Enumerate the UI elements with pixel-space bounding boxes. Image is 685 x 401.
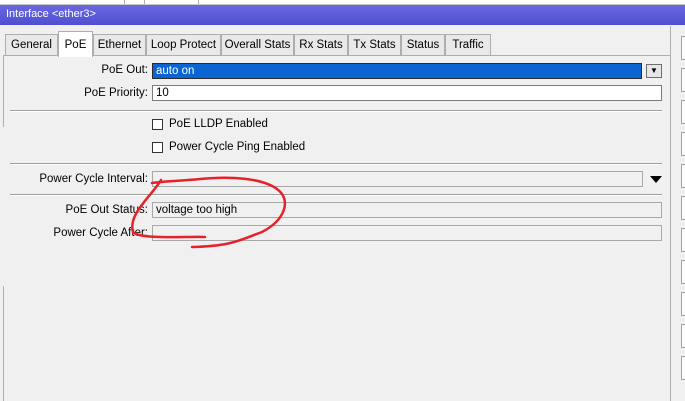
poe-out-select[interactable]: auto on [152,63,642,79]
poe-priority-label: PoE Priority: [84,87,148,99]
side-button[interactable] [681,100,685,124]
power-cycle-after-value [152,225,662,241]
side-button[interactable] [681,36,685,60]
poe-out-dropdown-button[interactable]: ▼ [646,64,662,78]
side-button[interactable] [681,196,685,220]
section-divider [10,110,662,112]
tab-status[interactable]: Status [401,34,445,56]
side-button[interactable] [681,260,685,284]
tab-traffic[interactable]: Traffic [445,34,491,56]
power-cycle-after-label: Power Cycle After: [53,227,148,239]
poe-priority-input[interactable]: 10 [152,85,662,101]
side-button[interactable] [681,228,685,252]
power-cycle-interval-label: Power Cycle Interval: [39,173,148,185]
power-cycle-interval-input[interactable] [152,171,643,187]
side-button[interactable] [681,68,685,92]
poe-out-status-label: PoE Out Status: [65,204,148,216]
tab-ethernet[interactable]: Ethernet [93,34,146,56]
parent-column [0,0,125,4]
power-cycle-ping-checkbox[interactable] [152,142,163,153]
side-button[interactable] [681,356,685,380]
side-button[interactable] [681,324,685,348]
poe-out-label: PoE Out: [101,64,148,76]
tab-poe[interactable]: PoE [58,31,93,57]
section-divider [10,163,662,165]
parent-column [144,0,199,4]
section-divider [10,194,662,196]
parent-column [124,0,145,4]
tab-loop-protect[interactable]: Loop Protect [146,34,221,56]
tab-general[interactable]: General [5,34,58,56]
poe-lldp-checkbox[interactable] [152,119,163,130]
tab-bar: General PoE Ethernet Loop Protect Overal… [0,25,685,57]
poe-lldp-label[interactable]: PoE LLDP Enabled [169,118,268,130]
side-button[interactable] [681,292,685,316]
poe-out-status-value: voltage too high [152,202,662,218]
side-button-strip [670,26,685,401]
interface-window: Interface <ether3> General PoE Ethernet … [0,0,685,401]
window-titlebar[interactable]: Interface <ether3> [0,5,685,25]
tab-rx-stats[interactable]: Rx Stats [294,34,348,56]
tab-tx-stats[interactable]: Tx Stats [348,34,401,56]
tab-overall-stats[interactable]: Overall Stats [221,34,294,56]
panel-edge [0,286,4,401]
power-cycle-ping-label[interactable]: Power Cycle Ping Enabled [169,141,305,153]
window-title: Interface <ether3> [6,8,96,20]
side-button[interactable] [681,164,685,188]
chevron-down-icon[interactable] [650,176,662,183]
side-button[interactable] [681,132,685,156]
chevron-down-icon: ▼ [650,66,658,75]
